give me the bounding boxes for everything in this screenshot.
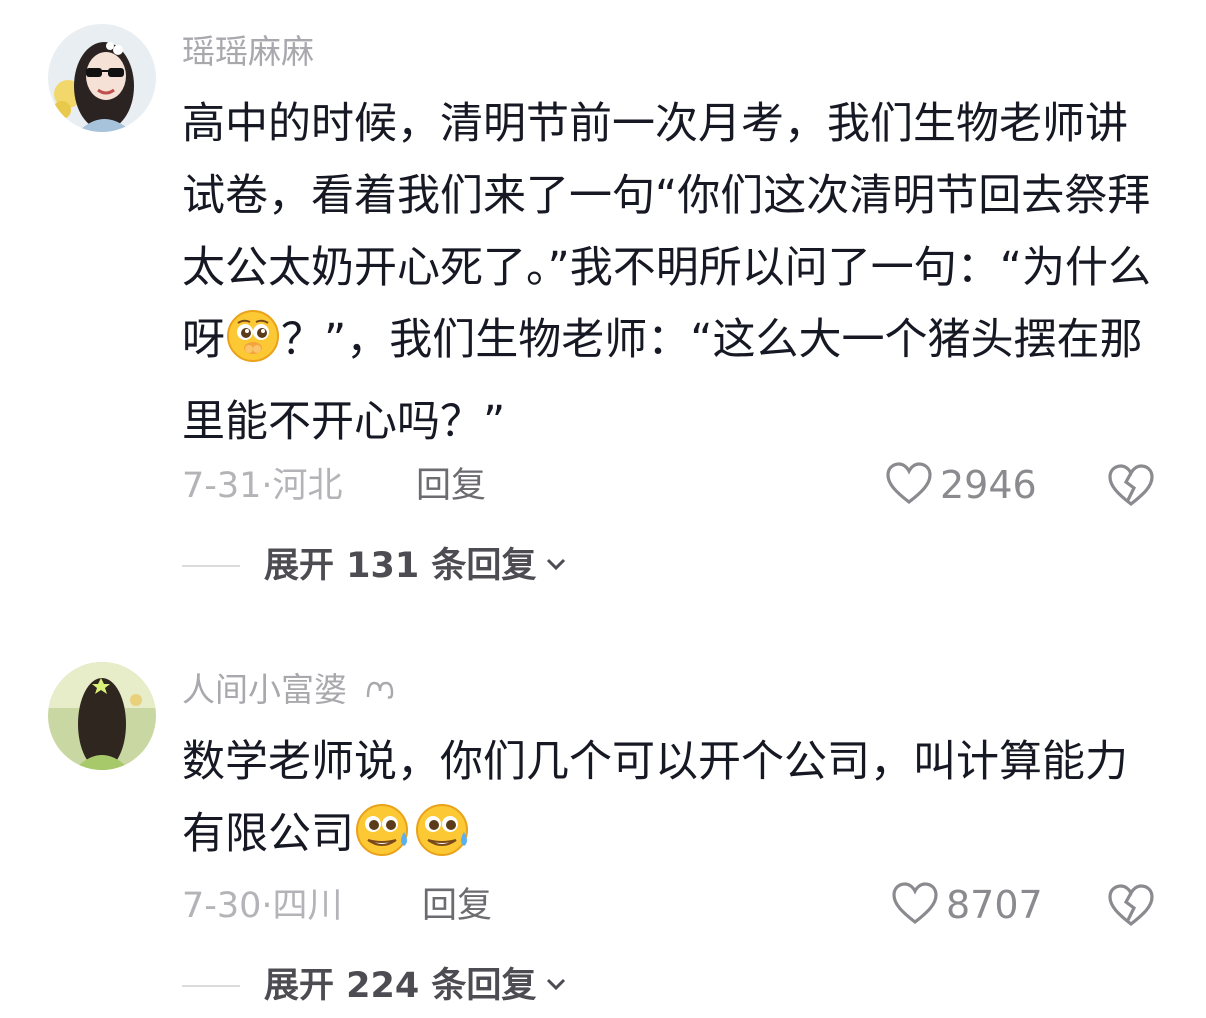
divider-line (182, 985, 240, 987)
broken-heart-icon (1106, 884, 1156, 932)
comment-item: 瑶瑶麻麻 高中的时候，清明节前一次月考，我们生物老师讲试卷，看着我们来了一句“你… (0, 0, 1206, 600)
broken-heart-icon (1106, 464, 1156, 512)
avatar[interactable] (48, 24, 156, 132)
expand-replies[interactable]: 展开 131 条回复 (182, 546, 568, 586)
expand-replies-label: 展开 224 条回复 (264, 966, 537, 1006)
dislike-button[interactable] (1106, 882, 1156, 932)
reply-button[interactable]: 回复 (422, 886, 492, 926)
avatar[interactable] (48, 662, 156, 770)
comment-text-part: ？”，我们生物老师：“这么大一个猪头摆在那里能不开心吗？” (182, 315, 1143, 447)
heart-outline-icon (884, 460, 934, 510)
comment-text-part: 数学老师说，你们几个可以开个公司，叫计算能力有限公司 (182, 737, 1128, 859)
dislike-button[interactable] (1106, 462, 1156, 512)
like-count: 8707 (946, 883, 1043, 927)
date-location: 7-30·四川 (182, 886, 343, 926)
comment-item: 人间小富婆 数学老师说，你们几个可以开个公司，叫计算能力有限公司 7-30·四川… (0, 640, 1206, 1018)
comment-text: 高中的时候，清明节前一次月考，我们生物老师讲试卷，看着我们来了一句“你们这次清明… (182, 88, 1167, 458)
chevron-down-icon (544, 976, 568, 996)
squiggle-icon (364, 672, 396, 711)
sweat-smile-face-emoji (414, 802, 474, 880)
sweat-smile-face-emoji (354, 802, 414, 880)
like-button[interactable]: 2946 (884, 460, 1037, 510)
heart-outline-icon (890, 880, 940, 930)
date-location: 7-31·河北 (182, 466, 343, 506)
pleading-face-emoji (225, 308, 281, 386)
username[interactable]: 人间小富婆 (182, 670, 396, 712)
like-button[interactable]: 8707 (890, 880, 1043, 930)
like-count: 2946 (940, 463, 1037, 507)
expand-replies[interactable]: 展开 224 条回复 (182, 966, 568, 1006)
username[interactable]: 瑶瑶麻麻 (182, 32, 314, 72)
comment-text: 数学老师说，你们几个可以开个公司，叫计算能力有限公司 (182, 726, 1167, 880)
divider-line (182, 565, 240, 567)
expand-replies-label: 展开 131 条回复 (264, 546, 537, 586)
chevron-down-icon (544, 556, 568, 576)
username-text: 人间小富婆 (182, 670, 347, 709)
reply-button[interactable]: 回复 (416, 466, 486, 506)
